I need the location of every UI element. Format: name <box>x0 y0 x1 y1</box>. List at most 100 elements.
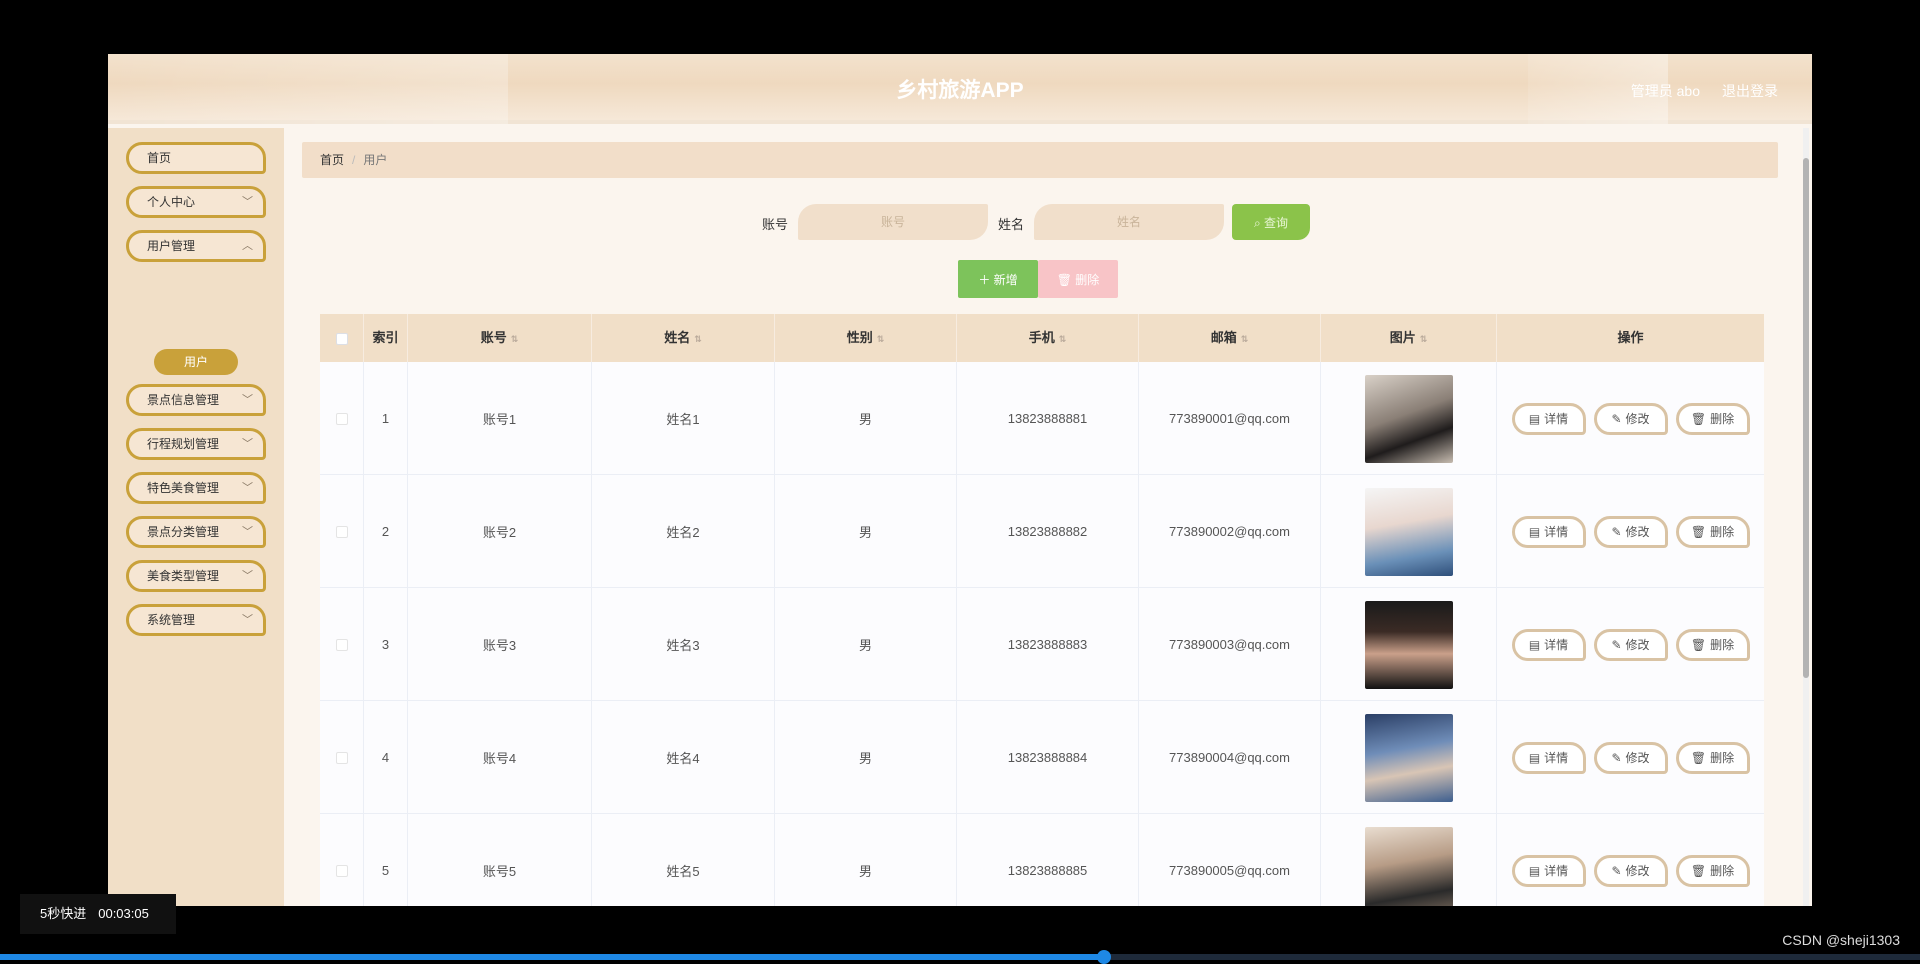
detail-button[interactable]: ▤ 详情 <box>1511 515 1586 548</box>
user-photo <box>1364 600 1453 689</box>
row-gender: 男 <box>858 864 872 879</box>
select-all-checkbox[interactable] <box>335 332 348 345</box>
pencil-icon: ✎ <box>1611 863 1622 878</box>
trash-icon: 🗑 <box>1690 637 1707 652</box>
edit-button[interactable]: ✎ 修改 <box>1593 854 1668 887</box>
sort-icon[interactable]: ⇅ <box>1420 315 1428 363</box>
plus-icon: ＋ <box>978 272 991 287</box>
table-cell: 13823888882 <box>957 475 1139 588</box>
column-email[interactable]: 邮箱 ⇅ <box>1139 314 1321 362</box>
sort-icon[interactable]: ⇅ <box>694 315 702 363</box>
sidebar-item-scenic-info[interactable]: 景点信息管理 ﹀ <box>126 384 266 416</box>
sidebar-item-food-type[interactable]: 美食类型管理 ﹀ <box>126 560 266 592</box>
trash-icon: 🗑 <box>1690 524 1707 539</box>
detail-button[interactable]: ▤ 详情 <box>1511 741 1586 774</box>
delete-button[interactable]: 🗑 删除 <box>1675 402 1750 435</box>
delete-button[interactable]: 🗑 删除 <box>1675 628 1750 661</box>
row-checkbox[interactable] <box>335 864 348 877</box>
select-all-cell <box>320 314 364 362</box>
name-search-input[interactable] <box>1034 204 1224 240</box>
user-photo <box>1364 374 1453 463</box>
app-window: 乡村旅游APP 管理员 abo 退出登录 首页 个人中心 ﹀ 用户管理 ︿ 用户 景… <box>108 54 1812 906</box>
account-search-input[interactable] <box>798 204 988 240</box>
sort-icon[interactable]: ⇅ <box>1241 315 1249 363</box>
breadcrumb-home[interactable]: 首页 <box>320 153 344 167</box>
column-index: 索引 <box>364 314 408 362</box>
row-account: 账号4 <box>482 751 517 766</box>
sidebar-item-home[interactable]: 首页 <box>126 142 266 174</box>
table-cell: ▤ 详情 ✎ 修改 🗑 删除 <box>1497 362 1764 475</box>
column-account[interactable]: 账号 ⇅ <box>408 314 592 362</box>
chevron-down-icon: ﹀ <box>242 482 253 494</box>
pencil-icon: ✎ <box>1611 524 1622 539</box>
column-phone[interactable]: 手机 ⇅ <box>957 314 1139 362</box>
edit-button[interactable]: ✎ 修改 <box>1593 402 1668 435</box>
breadcrumb: 首页 / 用户 <box>302 142 1778 178</box>
table-cell: 姓名4 <box>592 701 775 814</box>
chevron-down-icon: ﹀ <box>242 570 253 582</box>
logout-link[interactable]: 退出登录 <box>1722 81 1778 101</box>
breadcrumb-current: 用户 <box>363 153 388 167</box>
detail-button[interactable]: ▤ 详情 <box>1511 402 1586 435</box>
user-photo <box>1364 487 1453 576</box>
trash-icon: 🗑 <box>1056 272 1072 287</box>
table-cell: ▤ 详情 ✎ 修改 🗑 删除 <box>1497 701 1764 814</box>
row-checkbox[interactable] <box>335 638 348 651</box>
sidebar-subitem-users[interactable]: 用户 <box>154 349 238 375</box>
delete-button[interactable]: 🗑 删除 <box>1675 741 1750 774</box>
sidebar-item-itinerary[interactable]: 行程规划管理 ﹀ <box>126 428 266 460</box>
document-icon: ▤ <box>1528 750 1541 765</box>
column-photo[interactable]: 图片 ⇅ <box>1321 314 1497 362</box>
batch-delete-button[interactable]: 🗑 删除 <box>1038 260 1118 298</box>
scrollbar-thumb[interactable] <box>1803 158 1809 678</box>
edit-button[interactable]: ✎ 修改 <box>1593 515 1668 548</box>
document-icon: ▤ <box>1528 863 1541 878</box>
row-name: 姓名4 <box>666 751 700 766</box>
table-cell <box>320 814 364 906</box>
sidebar-item-system[interactable]: 系统管理 ﹀ <box>126 604 266 636</box>
table-cell: 13823888885 <box>957 814 1139 906</box>
table-cell: 姓名1 <box>592 362 775 475</box>
top-bar: 乡村旅游APP 管理员 abo 退出登录 <box>108 54 1812 124</box>
breadcrumb-separator: / <box>352 153 356 167</box>
fast-forward-label[interactable]: 5秒快进 <box>40 906 86 921</box>
table-cell: 773890004@qq.com <box>1139 701 1321 814</box>
sidebar-item-profile[interactable]: 个人中心 ﹀ <box>126 186 266 218</box>
delete-button[interactable]: 🗑 删除 <box>1675 854 1750 887</box>
row-gender: 男 <box>858 412 872 427</box>
row-name: 姓名5 <box>666 864 700 879</box>
row-gender: 男 <box>858 638 872 653</box>
column-gender[interactable]: 性别 ⇅ <box>775 314 957 362</box>
detail-button[interactable]: ▤ 详情 <box>1511 854 1586 887</box>
sidebar-item-food[interactable]: 特色美食管理 ﹀ <box>126 472 266 504</box>
table-cell: 姓名3 <box>592 588 775 701</box>
video-progress-handle[interactable] <box>1097 950 1111 964</box>
row-checkbox[interactable] <box>335 751 348 764</box>
sort-icon[interactable]: ⇅ <box>877 315 885 363</box>
table-cell <box>320 588 364 701</box>
table-cell: 773890003@qq.com <box>1139 588 1321 701</box>
table-cell: 男 <box>775 814 957 906</box>
sidebar-item-scenic-category[interactable]: 景点分类管理 ﹀ <box>126 516 266 548</box>
table-cell: 1 <box>364 362 408 475</box>
video-progress-bar[interactable] <box>0 950 1920 964</box>
vertical-scrollbar[interactable] <box>1803 128 1809 906</box>
edit-button[interactable]: ✎ 修改 <box>1593 741 1668 774</box>
detail-button[interactable]: ▤ 详情 <box>1511 628 1586 661</box>
query-button[interactable]: ⌕ 查询 <box>1232 204 1310 240</box>
search-form: 账号 姓名 ⌕ 查询 <box>284 204 1812 240</box>
sort-icon[interactable]: ⇅ <box>511 315 519 363</box>
table-row: 5 账号5 姓名5 男 13823888885 773890005@qq.com ▤ 详情 ✎ 修… <box>320 814 1764 906</box>
column-name[interactable]: 姓名 ⇅ <box>592 314 775 362</box>
row-checkbox[interactable] <box>335 525 348 538</box>
row-checkbox[interactable] <box>335 412 348 425</box>
edit-button[interactable]: ✎ 修改 <box>1593 628 1668 661</box>
add-button[interactable]: ＋ 新增 <box>958 260 1038 298</box>
table-cell: 773890001@qq.com <box>1139 362 1321 475</box>
sidebar-item-user-management[interactable]: 用户管理 ︿ <box>126 230 266 262</box>
delete-button[interactable]: 🗑 删除 <box>1675 515 1750 548</box>
table-cell: 男 <box>775 475 957 588</box>
table-cell: 13823888884 <box>957 701 1139 814</box>
sort-icon[interactable]: ⇅ <box>1059 315 1067 363</box>
trash-icon: 🗑 <box>1690 411 1707 426</box>
